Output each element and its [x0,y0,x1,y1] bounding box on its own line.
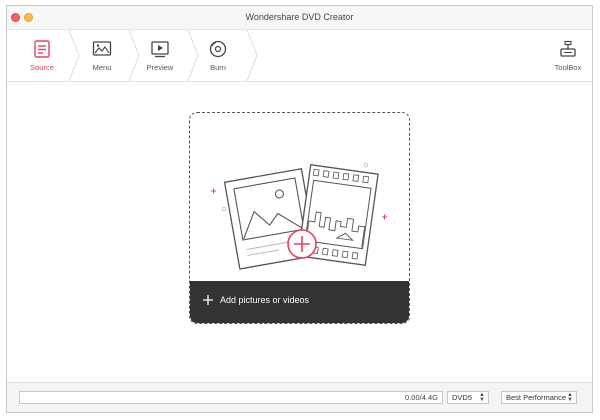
toolbox-label: ToolBox [554,63,582,72]
tab-source[interactable]: Source [13,30,71,81]
content-area: Add pictures or videos [7,82,592,382]
tab-burn-label: Burn [210,63,226,72]
window-title: Wondershare DVD Creator [245,12,354,22]
drop-zone[interactable]: Add pictures or videos [189,112,410,324]
source-icon [34,40,50,58]
disc-capacity-bar: 0.00/4.4G [19,391,443,404]
add-media-button[interactable]: Add pictures or videos [190,281,409,323]
toolbox-icon [560,40,576,57]
tab-source-label: Source [30,63,54,72]
disc-type-value: DVD5 [452,393,473,402]
select-arrows-icon: ▲ ▼ [567,392,573,403]
menu-icon [92,41,112,56]
disc-type-select[interactable]: DVD5 ▲ ▼ [447,391,489,404]
plus-icon [203,295,213,305]
select-arrows-icon: ▲ ▼ [479,392,485,403]
status-bar: 0.00/4.4G DVD5 ▲ ▼ Best Performance ▲ ▼ [7,382,592,412]
quality-value: Best Performance [506,393,567,402]
step-toolbar: Source Menu Preview Burn ToolBox [7,30,592,82]
tab-preview[interactable]: Preview [131,30,189,81]
preview-icon [151,41,169,58]
title-bar: Wondershare DVD Creator [7,6,592,30]
add-media-label: Add pictures or videos [220,295,310,305]
step-separator [246,30,258,81]
app-window: Wondershare DVD Creator Source Menu Prev… [6,5,593,413]
add-media-illustration [211,162,387,270]
tab-burn[interactable]: Burn [189,30,247,81]
quality-select[interactable]: Best Performance ▲ ▼ [501,391,577,404]
tab-menu-label: Menu [92,63,112,72]
toolbox-button[interactable]: ToolBox [545,30,591,81]
disc-capacity-value: 0.00/4.4G [405,393,438,402]
burn-icon [209,40,227,58]
tab-preview-label: Preview [146,63,174,72]
tab-menu[interactable]: Menu [73,30,131,81]
